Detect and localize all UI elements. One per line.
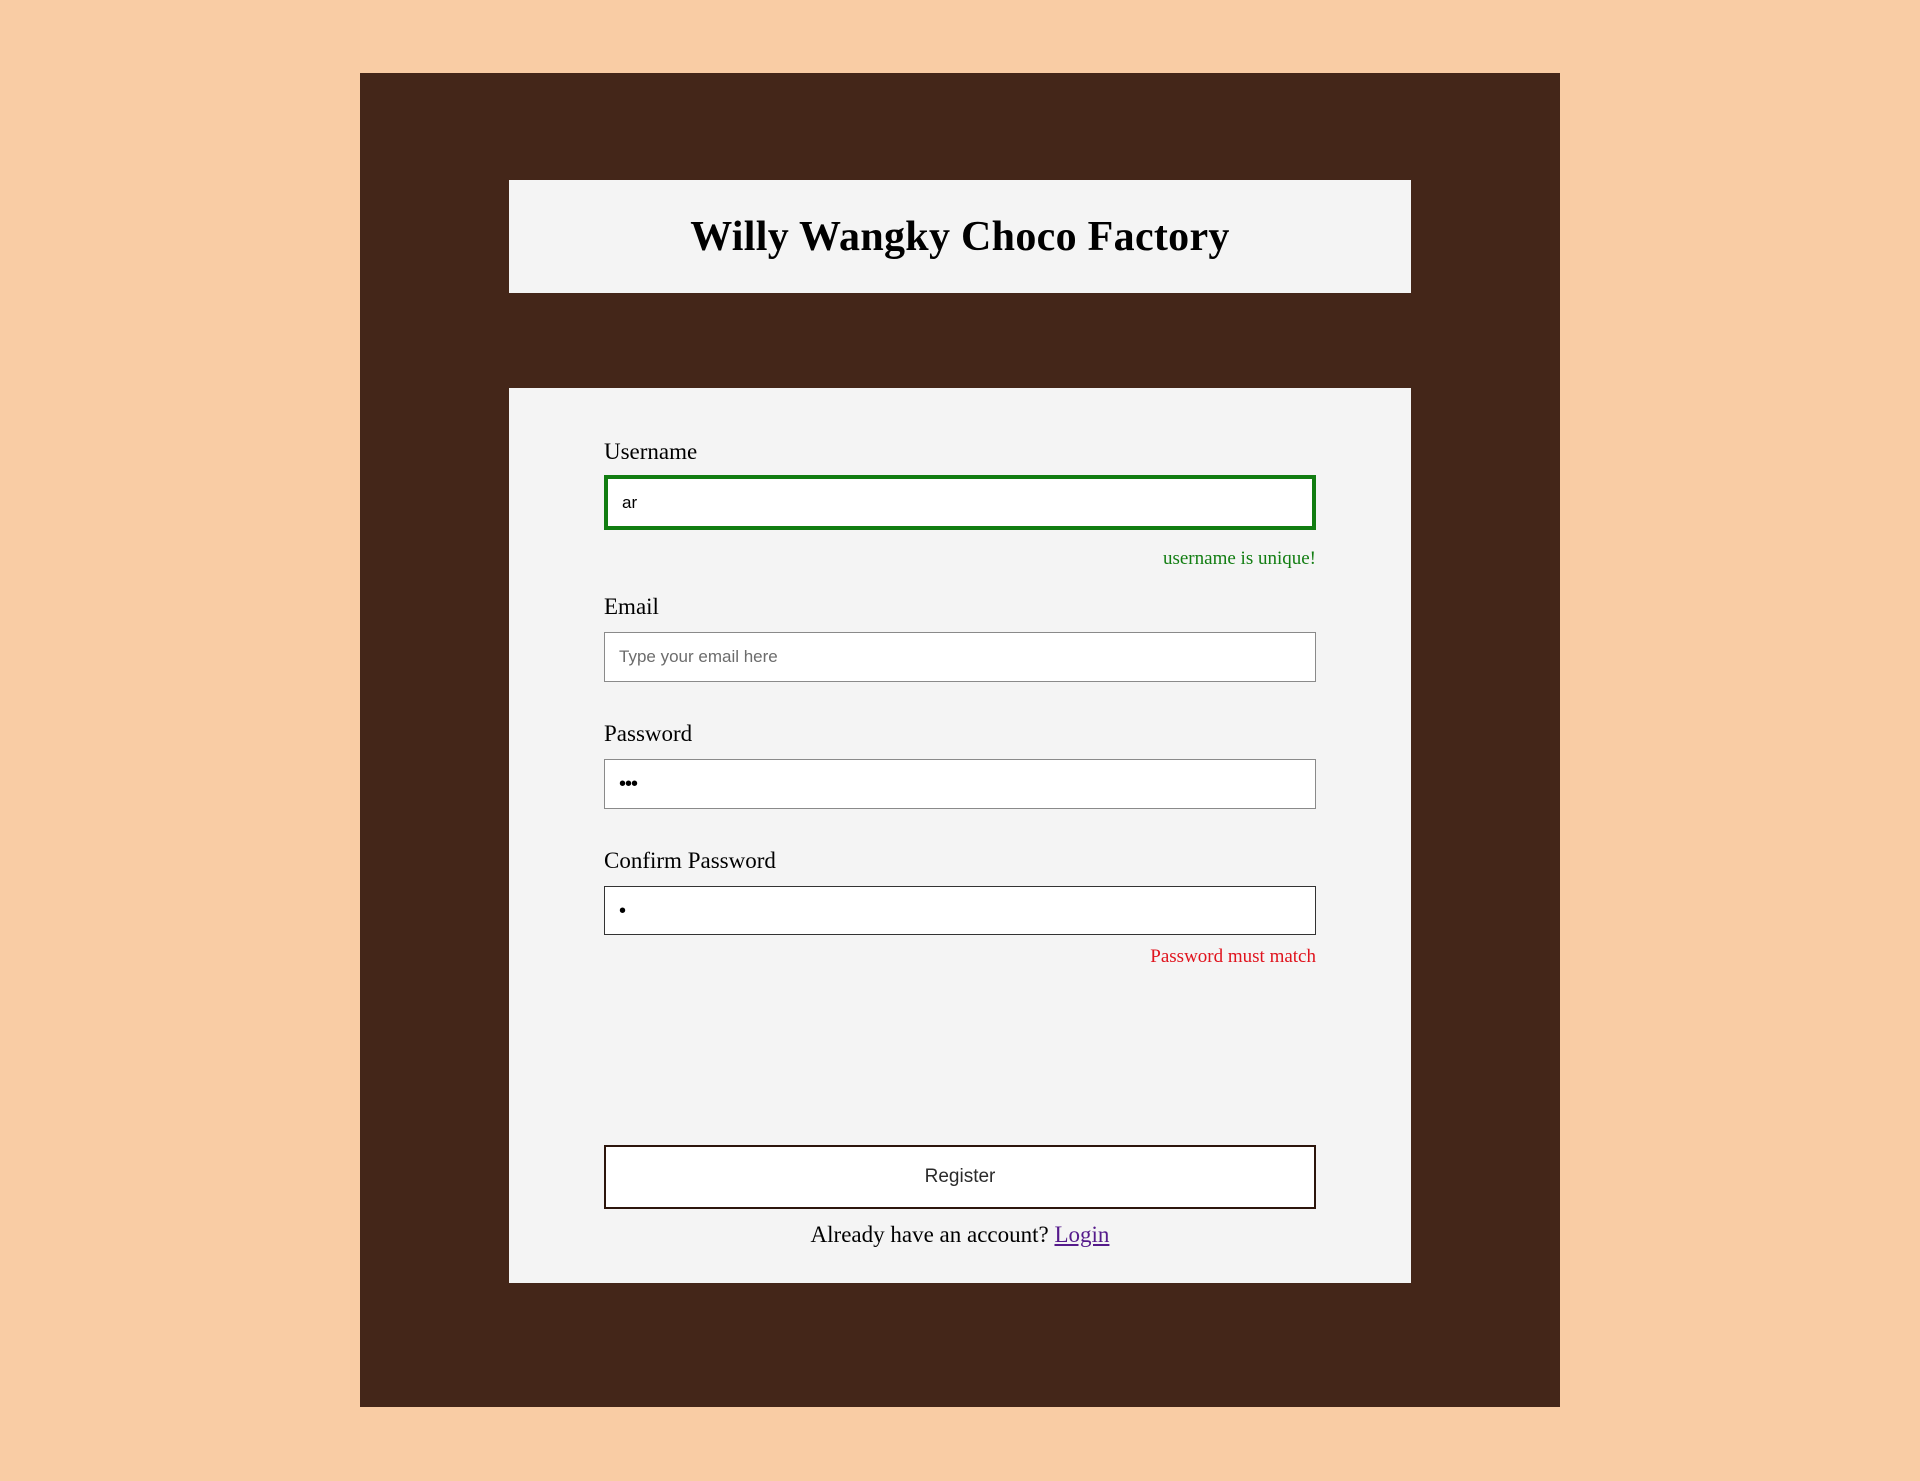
login-link[interactable]: Login: [1054, 1222, 1109, 1247]
login-prompt-text: Already have an account?: [810, 1222, 1049, 1247]
password-masked-value: •••: [619, 773, 638, 795]
password-field-group: Password •••: [604, 721, 1316, 809]
password-input[interactable]: •••: [604, 759, 1316, 809]
login-prompt: Already have an account? Login: [509, 1222, 1411, 1248]
username-value: ar: [622, 492, 638, 512]
register-form: Username ar username is unique! Email Ty…: [509, 388, 1411, 1283]
username-input[interactable]: ar: [604, 475, 1316, 530]
confirm-password-field-group: Confirm Password • Password must match: [604, 848, 1316, 967]
page-frame: Willy Wangky Choco Factory Username ar u…: [360, 73, 1560, 1407]
confirm-password-masked-value: •: [619, 899, 626, 922]
email-placeholder: Type your email here: [619, 647, 778, 666]
confirm-password-label: Confirm Password: [604, 848, 776, 873]
page-title: Willy Wangky Choco Factory: [690, 213, 1230, 260]
username-label: Username: [604, 439, 698, 464]
confirm-password-input[interactable]: •: [604, 886, 1316, 935]
password-match-error: Password must match: [1150, 946, 1316, 967]
username-unique-message: username is unique!: [1162, 548, 1316, 569]
password-label: Password: [604, 721, 693, 746]
username-field-group: Username ar username is unique!: [604, 439, 1316, 569]
email-input[interactable]: Type your email here: [604, 632, 1316, 682]
email-label: Email: [604, 594, 659, 619]
email-field-group: Email Type your email here: [604, 594, 1316, 682]
register-button[interactable]: Register: [604, 1145, 1316, 1209]
header-card: Willy Wangky Choco Factory: [509, 180, 1411, 293]
